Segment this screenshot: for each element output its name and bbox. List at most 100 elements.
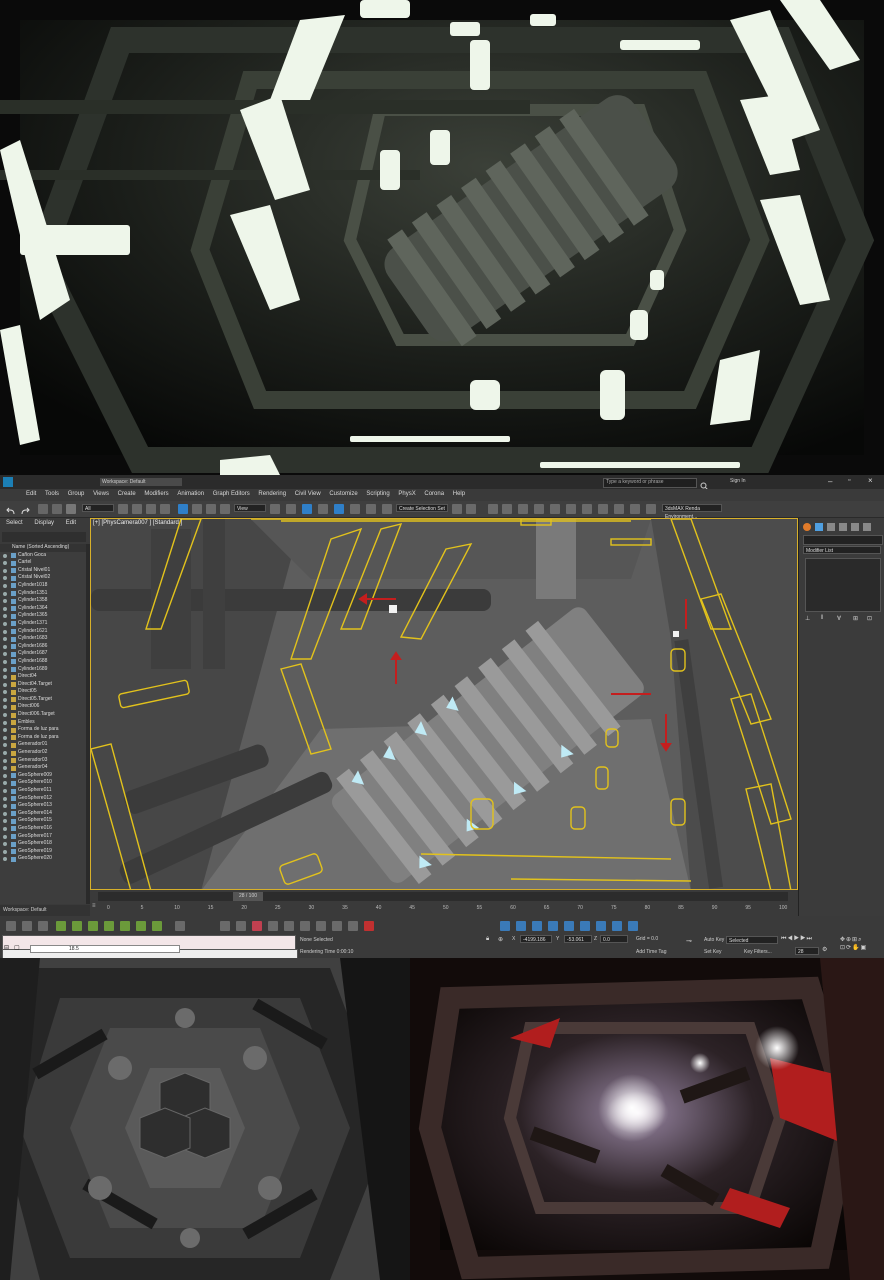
- visibility-icon[interactable]: [3, 849, 7, 854]
- menu-animation[interactable]: Animation: [177, 489, 204, 497]
- z-coordinate-field[interactable]: 0.0: [600, 935, 628, 943]
- menu-group[interactable]: Group: [68, 489, 85, 497]
- geometry-icon[interactable]: [56, 921, 66, 931]
- list-item[interactable]: Direct006.Target: [0, 711, 86, 719]
- viewport-label[interactable]: [+] [PhysCamera007 ] [Standard ]: [93, 520, 182, 526]
- visibility-icon[interactable]: [3, 796, 7, 801]
- list-header[interactable]: Name (Sorted Ascending): [0, 544, 86, 552]
- remove-modifier-icon[interactable]: ⊞: [853, 615, 858, 622]
- render-environment-dropdown[interactable]: 3dsMAX Renda Environment...: [662, 504, 722, 520]
- hierarchy-tab-icon[interactable]: [827, 523, 835, 531]
- list-item[interactable]: Direct05.Target: [0, 696, 86, 704]
- morph-icon[interactable]: [332, 921, 342, 931]
- menu-edit[interactable]: Edit: [26, 489, 36, 497]
- visibility-icon[interactable]: [3, 690, 7, 695]
- workspace-tab[interactable]: Workspace: Default: [100, 478, 182, 486]
- list-item[interactable]: Cristal Nivel01: [0, 567, 86, 575]
- list-item[interactable]: Direct05: [0, 688, 86, 696]
- viewport-navigation-icons[interactable]: ✥⊕⊞⌕ ⊡⟳✋▣: [840, 936, 884, 956]
- make-unique-icon[interactable]: ∀: [837, 615, 841, 622]
- visibility-icon[interactable]: [3, 789, 7, 793]
- auto-key-button[interactable]: Auto Key: [704, 937, 724, 943]
- workspace-footer[interactable]: Workspace: Default: [0, 905, 90, 916]
- lights-icon[interactable]: [88, 921, 98, 931]
- list-item[interactable]: GeoSphere019: [0, 848, 86, 856]
- menu-physx[interactable]: PhysX: [398, 489, 415, 497]
- list-item[interactable]: Generador01: [0, 741, 86, 749]
- list-item[interactable]: Direct006: [0, 703, 86, 711]
- pivot-center-icon[interactable]: [270, 504, 280, 514]
- visibility-icon[interactable]: [3, 773, 7, 778]
- list-item[interactable]: GeoSphere010: [0, 779, 86, 787]
- menu-corona[interactable]: Corona: [424, 489, 444, 497]
- list-item[interactable]: Cylinder1018: [0, 582, 86, 590]
- list-item[interactable]: Cartel: [0, 559, 86, 567]
- align-icon[interactable]: [466, 504, 476, 514]
- menu-graph-editors[interactable]: Graph Editors: [213, 489, 250, 497]
- teapot-icon[interactable]: [564, 921, 574, 931]
- menu-civil-view[interactable]: Civil View: [295, 489, 321, 497]
- list-item[interactable]: GeoSphere009: [0, 772, 86, 780]
- camera-icon[interactable]: [612, 921, 622, 931]
- unlink-icon[interactable]: [52, 504, 62, 514]
- motion-tab-icon[interactable]: [839, 523, 847, 531]
- cylinder-icon[interactable]: [548, 921, 558, 931]
- visibility-icon[interactable]: [3, 697, 7, 702]
- key-mode-icon[interactable]: ⊸: [686, 937, 692, 945]
- camera-viewport[interactable]: [+] [PhysCamera007 ] [Standard ]: [90, 518, 798, 890]
- display-tab-icon[interactable]: [851, 523, 859, 531]
- dope-sheet-icon[interactable]: [236, 921, 246, 931]
- maximize-icon[interactable]: ▫: [848, 477, 850, 484]
- add-time-tag[interactable]: Add Time Tag: [636, 949, 666, 955]
- visibility-icon[interactable]: [3, 675, 7, 680]
- visibility-icon[interactable]: [3, 576, 7, 581]
- edit-named-selection-icon[interactable]: [382, 504, 392, 514]
- render-production-icon[interactable]: [598, 504, 608, 514]
- list-item[interactable]: Cylinder1686: [0, 643, 86, 651]
- visibility-icon[interactable]: [3, 743, 7, 748]
- render-icon[interactable]: [628, 921, 638, 931]
- sphere-icon[interactable]: [532, 921, 542, 931]
- list-item[interactable]: Forma de luz para: [0, 726, 86, 734]
- list-item[interactable]: Cylinder1689: [0, 666, 86, 674]
- link-icon[interactable]: [38, 504, 48, 514]
- menu-help[interactable]: Help: [453, 489, 465, 497]
- menu-create[interactable]: Create: [118, 489, 136, 497]
- visibility-icon[interactable]: [3, 811, 7, 816]
- scale-icon[interactable]: [206, 504, 216, 514]
- visibility-icon[interactable]: [3, 819, 7, 824]
- time-config-icon[interactable]: ⚙︎: [822, 946, 827, 953]
- list-item[interactable]: GeoSphere013: [0, 802, 86, 810]
- time-slider-track[interactable]: 28 / 100: [98, 892, 788, 901]
- list-item[interactable]: GeoSphere015: [0, 817, 86, 825]
- current-frame-field[interactable]: 28: [795, 947, 819, 955]
- bind-spacewarp-icon[interactable]: [66, 504, 76, 514]
- tab-select[interactable]: Select: [6, 520, 23, 526]
- skin-icon[interactable]: [316, 921, 326, 931]
- open-icon[interactable]: [22, 921, 32, 931]
- list-item[interactable]: Generador02: [0, 749, 86, 757]
- layer-explorer-icon[interactable]: [488, 504, 498, 514]
- angle-snap-icon[interactable]: [334, 504, 344, 514]
- modifier-stack[interactable]: [805, 558, 881, 612]
- list-item[interactable]: Cylinder1683: [0, 635, 86, 643]
- grid-icon[interactable]: [500, 921, 510, 931]
- wire-parameters-icon[interactable]: [268, 921, 278, 931]
- render-setup-icon[interactable]: [566, 504, 576, 514]
- key-selection-dropdown[interactable]: Selected: [726, 936, 778, 944]
- list-item[interactable]: GeoSphere014: [0, 810, 86, 818]
- list-item[interactable]: Cylinder1351: [0, 590, 86, 598]
- rendered-frame-window-icon[interactable]: [582, 504, 592, 514]
- keyboard-shortcut-icon[interactable]: [302, 504, 312, 514]
- search-icon[interactable]: [700, 477, 709, 491]
- configure-modifier-sets-icon[interactable]: ⊡: [867, 615, 872, 622]
- rectangular-selection-icon[interactable]: [146, 504, 156, 514]
- visibility-icon[interactable]: [3, 659, 7, 664]
- visibility-icon[interactable]: [3, 621, 7, 626]
- mini-curve-toggle-icon[interactable]: ≡: [92, 903, 98, 911]
- render-activeshade-icon[interactable]: [630, 504, 640, 514]
- modify-tab-icon[interactable]: [815, 523, 823, 531]
- visibility-icon[interactable]: [3, 728, 7, 733]
- close-icon[interactable]: ×: [868, 476, 873, 485]
- shapes-icon[interactable]: [72, 921, 82, 931]
